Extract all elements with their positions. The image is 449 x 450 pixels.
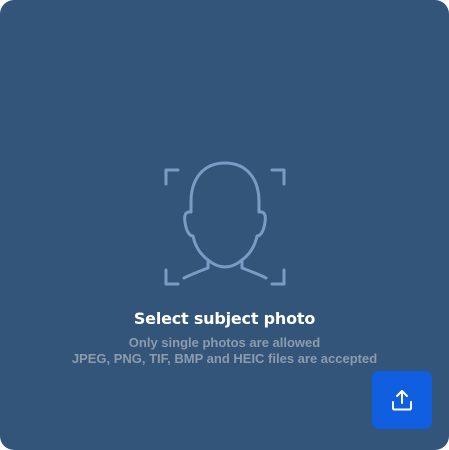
dropzone-subtitle-single: Only single photos are allowed: [128, 335, 321, 350]
upload-icon: [392, 390, 412, 411]
upload-button[interactable]: [372, 371, 432, 429]
photo-dropzone[interactable]: Select subject photo Only single photos …: [0, 0, 449, 450]
dropzone-subtitle-formats: JPEG, PNG, TIF, BMP and HEIC files are a…: [71, 351, 378, 366]
face-scan-icon: [164, 161, 286, 286]
dropzone-title: Select subject photo: [133, 309, 316, 328]
